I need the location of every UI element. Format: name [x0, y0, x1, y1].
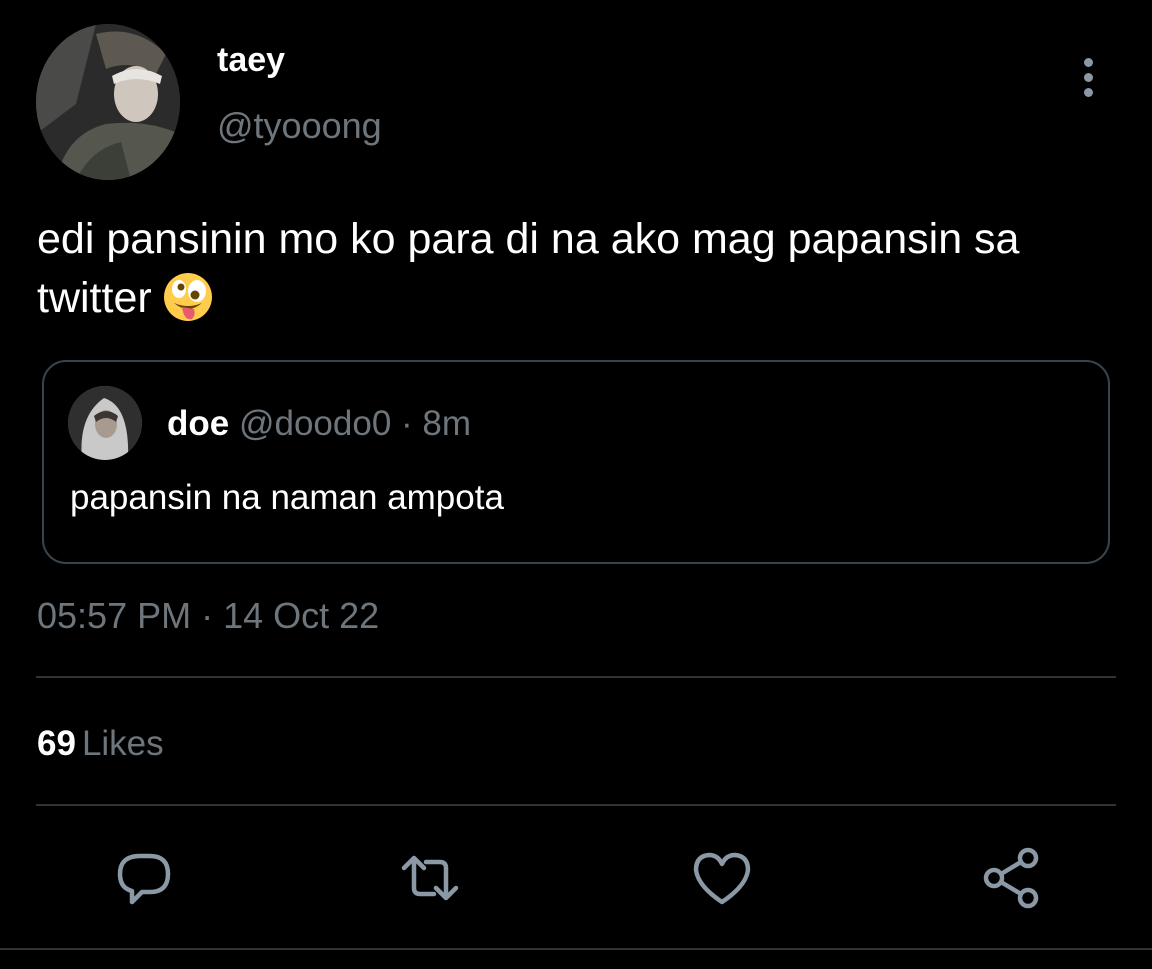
quoted-tweet-age: 8m: [422, 404, 472, 443]
author-handle[interactable]: @tyooong: [217, 104, 382, 148]
bottom-divider: [0, 948, 1152, 950]
likes-count: 69: [37, 724, 76, 763]
more-dot: [1084, 58, 1093, 67]
tweet-text: edi pansinin mo ko para di na ako mag pa…: [37, 210, 1097, 328]
author-name[interactable]: taey: [217, 38, 285, 82]
retweet-button[interactable]: [398, 846, 462, 910]
quoted-tweet-card[interactable]: doe @doodo0 · 8m papansin na naman ampot…: [42, 360, 1110, 564]
more-dot: [1084, 73, 1093, 82]
share-icon: [983, 847, 1039, 909]
quoted-tweet-text: papansin na naman ampota: [70, 478, 504, 517]
divider: [36, 804, 1116, 806]
retweet-icon: [401, 855, 459, 901]
tweet-detail: taey @tyooong edi pansinin mo ko para di…: [0, 0, 1152, 969]
author-avatar-image: [36, 24, 180, 180]
heart-icon: [693, 852, 751, 905]
tweet-timestamp[interactable]: 05:57 PM · 14 Oct 22: [37, 594, 379, 638]
quoted-author-name[interactable]: doe: [167, 404, 229, 443]
more-options-icon[interactable]: [1072, 56, 1106, 98]
more-dot: [1084, 88, 1093, 97]
share-button[interactable]: [980, 846, 1044, 910]
quoted-author-handle[interactable]: @doodo0: [239, 404, 391, 443]
quoted-tweet-separator: ·: [401, 404, 413, 443]
reply-icon: [117, 853, 171, 905]
likes-label: Likes: [81, 724, 164, 763]
reply-button[interactable]: [112, 846, 176, 910]
quoted-author-avatar[interactable]: [68, 386, 142, 460]
quoted-author-avatar-image: [68, 386, 142, 460]
quoted-tweet-header: doe @doodo0 · 8m: [167, 402, 471, 446]
zany-face-emoji: [163, 272, 212, 321]
divider: [36, 676, 1116, 678]
likes-summary[interactable]: 69 Likes: [37, 722, 164, 766]
author-avatar[interactable]: [36, 24, 180, 180]
like-button[interactable]: [690, 846, 754, 910]
